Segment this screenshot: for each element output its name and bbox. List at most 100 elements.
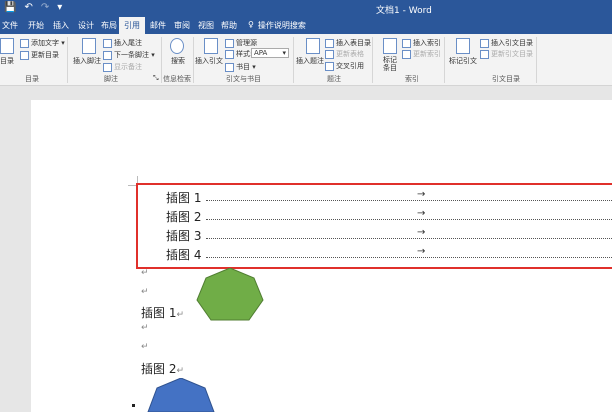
lightbulb-icon: ♀ <box>248 20 254 29</box>
figure-caption[interactable]: 插图 2↵ <box>141 360 184 377</box>
insert-caption-button[interactable]: 插入题注 <box>296 56 324 66</box>
redo-icon[interactable]: ↷ <box>41 2 49 14</box>
citation-style-value: APA <box>254 49 268 57</box>
insert-citation-button[interactable]: 插入引文 <box>195 56 223 66</box>
paragraph-mark: ↵ <box>141 287 149 297</box>
tell-me-label: 操作说明搜索 <box>257 21 306 30</box>
update-toa-button[interactable]: 更新引文目录 <box>480 49 533 59</box>
update-index-icon <box>402 49 411 59</box>
style-label-text: 样式: <box>236 50 253 58</box>
figure-caption[interactable]: 插图 1↵ <box>141 304 184 321</box>
caption-text: 插图 2 <box>141 362 177 376</box>
tab-help[interactable]: 帮助 <box>221 20 237 31</box>
title-bar: 💾 ↶ ↷ ▾ 文档1 - Word <box>0 0 612 17</box>
group-label-citations: 引文与书目 <box>226 75 261 83</box>
paragraph-mark: ↵ <box>176 366 184 376</box>
tab-file[interactable]: 文件 <box>2 20 18 31</box>
tab-home[interactable]: 开始 <box>28 20 44 31</box>
search-button[interactable]: 搜索 <box>171 56 185 66</box>
show-notes-icon <box>103 62 112 72</box>
manage-sources-label: 管理源 <box>236 39 257 47</box>
group-separator <box>67 37 68 83</box>
update-toc-button[interactable]: 更新目录 <box>20 50 59 60</box>
bibliography-icon <box>225 62 234 72</box>
show-notes-label: 显示备注 <box>114 63 142 71</box>
update-toc-label: 更新目录 <box>31 51 59 59</box>
group-separator <box>372 37 373 83</box>
insert-footnote-icon[interactable] <box>82 38 96 54</box>
insert-endnote-button[interactable]: 插入尾注 <box>103 38 142 48</box>
update-toa-label: 更新引文目录 <box>491 50 533 58</box>
group-label-footnotes: 脚注 <box>104 75 118 83</box>
tab-mailings[interactable]: 邮件 <box>150 20 166 31</box>
toc-icon[interactable] <box>0 38 14 54</box>
show-notes-button[interactable]: 显示备注 <box>103 62 142 72</box>
quick-access-toolbar: 💾 ↶ ↷ ▾ <box>4 2 62 14</box>
bibliography-label: 书目 ▾ <box>236 63 256 71</box>
paragraph-mark: ↵ <box>141 268 149 278</box>
highlight-box <box>136 183 612 269</box>
cross-reference-button[interactable]: 交叉引用 <box>325 61 364 71</box>
update-toa-icon <box>480 49 489 59</box>
ribbon-tab-bar: 文件 开始 插入 设计 布局 引用 邮件 审阅 视图 帮助 ♀ 操作说明搜索 <box>0 17 612 34</box>
paragraph-mark: ↵ <box>141 342 149 352</box>
heptagon-shape-blue[interactable] <box>142 378 220 412</box>
update-table-button[interactable]: 更新表格 <box>325 49 364 59</box>
insert-endnote-label: 插入尾注 <box>114 39 142 47</box>
group-separator <box>444 37 445 83</box>
document-title: 文档1 - Word <box>376 6 432 16</box>
style-icon <box>225 49 234 59</box>
footnote-dialog-launcher[interactable]: ⤡ <box>153 74 159 83</box>
save-icon[interactable]: 💾 <box>4 2 16 14</box>
update-index-button[interactable]: 更新索引 <box>402 49 441 59</box>
tab-review[interactable]: 审阅 <box>174 20 190 31</box>
mark-entry-icon[interactable] <box>383 38 397 54</box>
tab-insert[interactable]: 插入 <box>53 20 69 31</box>
bibliography-button[interactable]: 书目 ▾ <box>225 62 256 72</box>
update-table-label: 更新表格 <box>336 50 364 58</box>
mark-entry-button[interactable]: 标记条目 <box>380 56 400 72</box>
tab-design[interactable]: 设计 <box>78 20 94 31</box>
insert-footnote-button[interactable]: 插入脚注 <box>73 56 101 66</box>
insert-toa-button[interactable]: 插入引文目录 <box>480 38 533 48</box>
tab-layout[interactable]: 布局 <box>101 20 117 31</box>
group-label-captions: 题注 <box>327 75 341 83</box>
cross-reference-label: 交叉引用 <box>336 62 364 70</box>
customize-qat-icon[interactable]: ▾ <box>57 2 62 14</box>
insert-toa-label: 插入引文目录 <box>491 39 533 47</box>
tell-me-box[interactable]: ♀ 操作说明搜索 <box>248 20 306 31</box>
insert-table-of-figures-button[interactable]: 插入表目录 <box>325 38 371 48</box>
group-label-toc: 目录 <box>25 75 39 83</box>
group-label-research: 信息检索 <box>163 75 191 83</box>
paragraph-mark: ↵ <box>176 310 184 320</box>
chevron-down-icon: ▾ <box>282 49 286 57</box>
toc-button[interactable]: 目录 <box>0 56 14 66</box>
insert-citation-icon[interactable] <box>204 38 218 54</box>
next-footnote-label: 下一条脚注 ▾ <box>114 51 155 59</box>
add-text-button[interactable]: 添加文字 ▾ <box>20 38 65 48</box>
insert-index-button[interactable]: 插入索引 <box>402 38 441 48</box>
manage-sources-icon <box>225 38 234 48</box>
mark-citation-button[interactable]: 标记引文 <box>449 56 477 66</box>
tab-view[interactable]: 视图 <box>198 20 214 31</box>
cross-reference-icon <box>325 61 334 71</box>
update-index-label: 更新索引 <box>413 50 441 58</box>
next-footnote-icon <box>103 50 112 60</box>
ribbon-references: 目录 添加文字 ▾ 更新目录 目录 插入脚注 插入尾注 下一条脚注 ▾ 显示备注… <box>0 34 612 86</box>
next-footnote-button[interactable]: 下一条脚注 ▾ <box>103 50 155 60</box>
manage-sources-button[interactable]: 管理源 <box>225 38 257 48</box>
undo-icon[interactable]: ↶ <box>24 2 32 14</box>
insert-endnote-icon <box>103 38 112 48</box>
tab-references[interactable]: 引用 <box>119 17 145 34</box>
insert-index-icon <box>402 38 411 48</box>
group-separator <box>293 37 294 83</box>
add-text-icon <box>20 38 29 48</box>
search-icon[interactable] <box>170 38 184 54</box>
citation-style-select[interactable]: APA ▾ <box>251 48 289 58</box>
mark-citation-icon[interactable] <box>456 38 470 54</box>
heptagon-shape-green[interactable] <box>192 268 268 326</box>
insert-toa-icon <box>480 38 489 48</box>
insert-caption-icon[interactable] <box>306 38 320 54</box>
update-table-icon <box>325 49 334 59</box>
group-label-index: 索引 <box>405 75 419 83</box>
